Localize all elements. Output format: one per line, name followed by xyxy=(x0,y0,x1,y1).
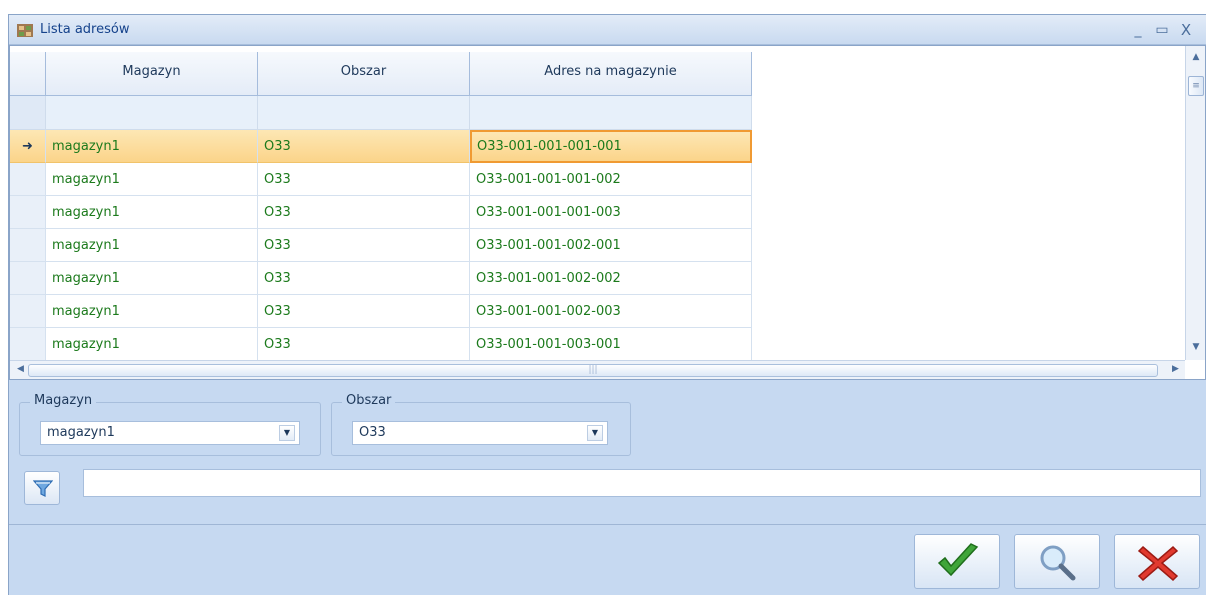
text-filter-input[interactable] xyxy=(83,469,1201,497)
filter-button[interactable] xyxy=(24,471,60,505)
search-button[interactable] xyxy=(1014,534,1100,589)
cell-magazyn[interactable]: magazyn1 xyxy=(46,262,258,295)
title-bar: Lista adresów _ ▭ X xyxy=(9,15,1206,45)
cell-obszar[interactable]: O33 xyxy=(258,328,470,361)
row-indicator-header xyxy=(10,52,46,96)
scroll-down-icon[interactable]: ▼ xyxy=(1190,342,1202,352)
obszar-dropdown[interactable]: O33 ▼ xyxy=(352,421,608,445)
filter-row-cell-magazyn[interactable] xyxy=(46,96,258,130)
cell-obszar[interactable]: O33 xyxy=(258,295,470,328)
column-header-magazyn[interactable]: Magazyn xyxy=(46,52,258,96)
filter-row-cell-adres[interactable] xyxy=(470,96,752,130)
checkmark-icon xyxy=(937,543,979,577)
vertical-scrollbar[interactable]: ▲ ≡ ▼ xyxy=(1185,46,1205,360)
chevron-down-icon[interactable]: ▼ xyxy=(587,425,603,441)
obszar-label: Obszar xyxy=(342,393,396,408)
row-indicator xyxy=(10,229,46,262)
cell-obszar[interactable]: O33 xyxy=(258,163,470,196)
vertical-scroll-thumb[interactable]: ≡ xyxy=(1188,76,1204,96)
cell-magazyn[interactable]: magazyn1 xyxy=(46,130,258,163)
minimize-button[interactable]: _ xyxy=(1128,20,1148,40)
scroll-right-icon[interactable]: ▶ xyxy=(1172,364,1179,374)
address-grid[interactable]: Magazyn Obszar Adres na magazynie ➜ maga… xyxy=(9,45,1206,380)
row-indicator xyxy=(10,196,46,229)
cell-adres[interactable]: O33-001-001-003-001 xyxy=(470,328,752,361)
magazyn-dropdown[interactable]: magazyn1 ▼ xyxy=(40,421,300,445)
cell-adres[interactable]: O33-001-001-001-001 xyxy=(470,130,752,163)
ok-button[interactable] xyxy=(914,534,1000,589)
table-row[interactable]: ➜ magazyn1 O33 O33-001-001-001-001 xyxy=(10,130,752,163)
cell-magazyn[interactable]: magazyn1 xyxy=(46,295,258,328)
cell-magazyn[interactable]: magazyn1 xyxy=(46,229,258,262)
row-indicator xyxy=(10,163,46,196)
red-x-icon xyxy=(1137,545,1179,582)
column-header-obszar[interactable]: Obszar xyxy=(258,52,470,96)
separator xyxy=(9,524,1206,525)
magazyn-value: magazyn1 xyxy=(47,425,115,440)
filter-row-indicator xyxy=(10,96,46,130)
table-row[interactable]: magazyn1 O33 O33-001-001-002-001 xyxy=(10,229,752,262)
cell-magazyn[interactable]: magazyn1 xyxy=(46,196,258,229)
cell-magazyn[interactable]: magazyn1 xyxy=(46,328,258,361)
cell-adres[interactable]: O33-001-001-002-001 xyxy=(470,229,752,262)
close-button[interactable]: X xyxy=(1176,20,1196,40)
funnel-icon xyxy=(33,480,53,497)
maximize-button[interactable]: ▭ xyxy=(1152,20,1172,40)
cell-obszar[interactable]: O33 xyxy=(258,130,470,163)
cell-obszar[interactable]: O33 xyxy=(258,262,470,295)
cell-adres[interactable]: O33-001-001-001-003 xyxy=(470,196,752,229)
shelf-icon xyxy=(17,24,33,37)
table-row[interactable]: magazyn1 O33 O33-001-001-002-003 xyxy=(10,295,752,328)
cell-obszar[interactable]: O33 xyxy=(258,229,470,262)
row-indicator xyxy=(10,295,46,328)
obszar-value: O33 xyxy=(359,425,386,440)
column-header-adres[interactable]: Adres na magazynie xyxy=(470,52,752,96)
row-indicator xyxy=(10,328,46,361)
horizontal-scroll-thumb[interactable]: ||| xyxy=(28,364,1158,377)
table-row[interactable]: magazyn1 O33 O33-001-001-001-003 xyxy=(10,196,752,229)
row-pointer-icon: ➜ xyxy=(10,130,46,163)
cell-adres[interactable]: O33-001-001-002-003 xyxy=(470,295,752,328)
chevron-down-icon[interactable]: ▼ xyxy=(279,425,295,441)
cell-magazyn[interactable]: magazyn1 xyxy=(46,163,258,196)
address-list-window: Lista adresów _ ▭ X Magazyn Obszar Adres… xyxy=(8,14,1206,595)
grid-rows: ➜ magazyn1 O33 O33-001-001-001-001 magaz… xyxy=(10,130,752,361)
table-row[interactable]: magazyn1 O33 O33-001-001-001-002 xyxy=(10,163,752,196)
cell-obszar[interactable]: O33 xyxy=(258,196,470,229)
cell-adres[interactable]: O33-001-001-002-002 xyxy=(470,262,752,295)
obszar-filter-group: Obszar O33 ▼ xyxy=(331,393,631,456)
filter-row-cell-obszar[interactable] xyxy=(258,96,470,130)
scroll-up-icon[interactable]: ▲ xyxy=(1190,52,1202,62)
row-indicator xyxy=(10,262,46,295)
table-row[interactable]: magazyn1 O33 O33-001-001-002-002 xyxy=(10,262,752,295)
cancel-button[interactable] xyxy=(1114,534,1200,589)
scroll-left-icon[interactable]: ◀ xyxy=(17,364,24,374)
magazyn-filter-group: Magazyn magazyn1 ▼ xyxy=(19,393,321,456)
window-title: Lista adresów xyxy=(40,22,130,37)
table-row[interactable]: magazyn1 O33 O33-001-001-003-001 xyxy=(10,328,752,361)
magazyn-label: Magazyn xyxy=(30,393,97,408)
horizontal-scrollbar[interactable]: ◀ ||| ▶ xyxy=(10,360,1185,379)
magnifier-icon xyxy=(1040,545,1076,581)
cell-adres[interactable]: O33-001-001-001-002 xyxy=(470,163,752,196)
